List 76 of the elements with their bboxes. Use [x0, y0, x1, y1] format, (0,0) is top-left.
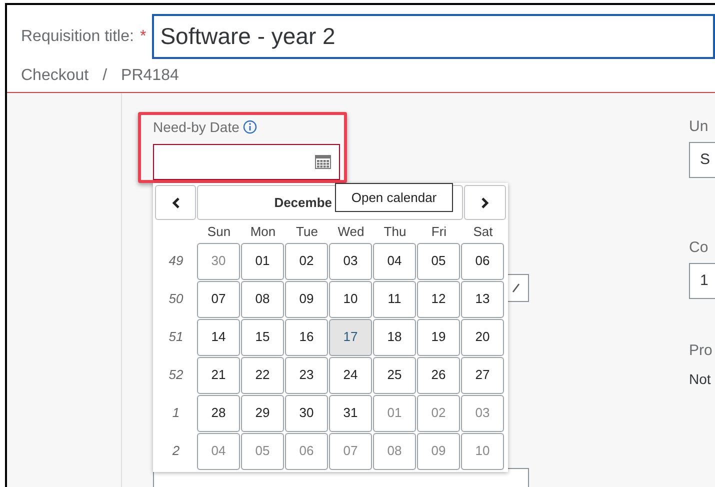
day-button[interactable]: 10: [329, 280, 372, 318]
day-button[interactable]: 28: [197, 394, 240, 432]
field-label: Need-by Date: [153, 118, 240, 137]
day-button[interactable]: 23: [285, 356, 328, 394]
chevron-right-icon: [481, 196, 489, 208]
weekday-label: Sat: [473, 223, 493, 242]
day-button[interactable]: 27: [461, 356, 504, 394]
day-button[interactable]: 26: [417, 356, 460, 394]
day-button[interactable]: 25: [373, 356, 416, 394]
day-button[interactable]: 30: [285, 394, 328, 432]
title-input[interactable]: Software - year 2: [152, 14, 715, 59]
week-number: 1: [172, 404, 180, 422]
day-button[interactable]: 12: [417, 280, 460, 318]
input-field[interactable]: S: [689, 142, 715, 178]
day-button[interactable]: 18: [373, 318, 416, 356]
day-button[interactable]: 11: [373, 280, 416, 318]
input-field[interactable]: 1: [689, 263, 715, 299]
week-number: 49: [168, 252, 184, 270]
weekday-label: Tue: [296, 223, 318, 242]
week-number: 51: [168, 328, 184, 346]
week-number: 52: [168, 366, 184, 384]
required-mark: *: [140, 26, 146, 46]
day-button[interactable]: 07: [329, 432, 372, 470]
weekday-label: Sun: [207, 223, 231, 242]
previous-month-button[interactable]: [155, 185, 196, 220]
day-button[interactable]: 07: [197, 280, 240, 318]
day-button[interactable]: 03: [461, 394, 504, 432]
weekday-label: Wed: [338, 223, 364, 242]
breadcrumb-link[interactable]: PR4184: [121, 64, 179, 88]
weekday-label: Thu: [384, 223, 406, 242]
day-button[interactable]: 05: [241, 432, 284, 470]
tooltip: Open calendar: [335, 183, 453, 212]
day-button[interactable]: 08: [241, 280, 284, 318]
day-button[interactable]: 01: [373, 394, 416, 432]
day-button[interactable]: 03: [329, 242, 372, 280]
day-button[interactable]: 05: [417, 242, 460, 280]
calendar-icon[interactable]: [315, 155, 331, 169]
day-button[interactable]: 09: [417, 432, 460, 470]
day-button[interactable]: 06: [461, 242, 504, 280]
date-input[interactable]: [153, 144, 340, 180]
day-button[interactable]: 02: [417, 394, 460, 432]
day-button[interactable]: 20: [461, 318, 504, 356]
day-button[interactable]: 24: [329, 356, 372, 394]
day-button[interactable]: 31: [329, 394, 372, 432]
field-label: Requisition title:: [21, 26, 134, 46]
day-button[interactable]: 04: [373, 242, 416, 280]
field-value: Not: [689, 372, 712, 386]
day-button[interactable]: 16: [285, 318, 328, 356]
day-button[interactable]: 13: [461, 280, 504, 318]
field-label: Co: [689, 240, 710, 255]
weekday-label: Mon: [250, 223, 276, 242]
day-button[interactable]: 22: [241, 356, 284, 394]
day-button[interactable]: 10: [461, 432, 504, 470]
breadcrumb-separator: /: [102, 66, 108, 86]
field-label: Un: [689, 119, 710, 134]
day-button[interactable]: 30: [197, 242, 240, 280]
week-number: 2: [172, 442, 180, 460]
day-button[interactable]: 19: [417, 318, 460, 356]
day-button[interactable]: 21: [197, 356, 240, 394]
day-button[interactable]: 09: [285, 280, 328, 318]
field-label: Pro: [689, 343, 714, 358]
day-button[interactable]: 01: [241, 242, 284, 280]
breadcrumb-link[interactable]: Checkout: [21, 64, 89, 88]
day-button[interactable]: 17: [329, 318, 372, 356]
day-button[interactable]: 06: [285, 432, 328, 470]
day-button[interactable]: 04: [197, 432, 240, 470]
day-button[interactable]: 14: [197, 318, 240, 356]
day-button[interactable]: 15: [241, 318, 284, 356]
info-icon[interactable]: [243, 120, 258, 134]
week-number: 50: [168, 290, 184, 308]
day-button[interactable]: 02: [285, 242, 328, 280]
next-month-button[interactable]: [464, 185, 506, 220]
day-button[interactable]: 08: [373, 432, 416, 470]
day-button[interactable]: 29: [241, 394, 284, 432]
weekday-label: Fri: [431, 223, 447, 242]
chevron-left-icon: [172, 196, 180, 208]
